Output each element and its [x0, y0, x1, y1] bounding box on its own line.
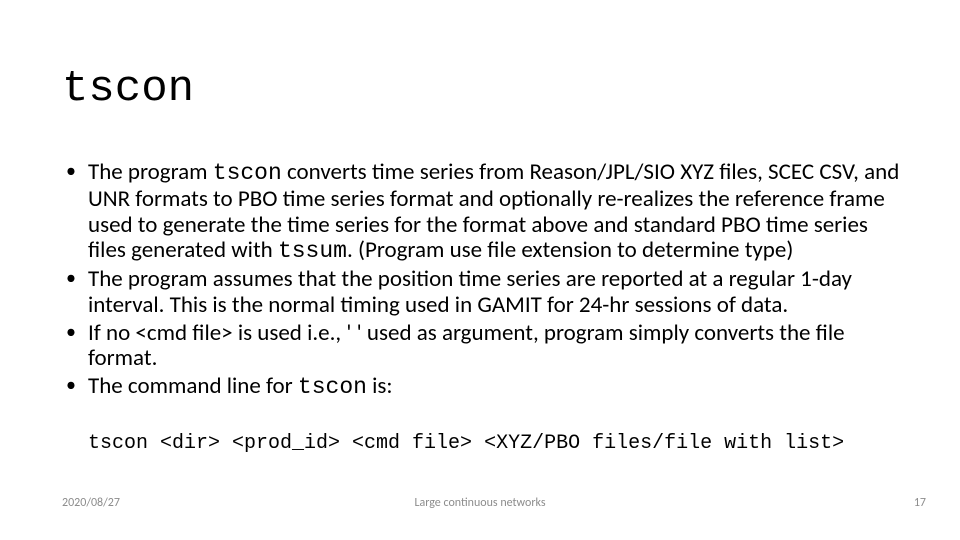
bullet-item: The program tscon converts time series f…: [60, 160, 906, 265]
text-run: The program assumes that the position ti…: [88, 265, 852, 319]
footer-title: Large continuous networks: [0, 496, 960, 510]
bullet-item: The program assumes that the position ti…: [60, 267, 906, 319]
body-text: The program tscon converts time series f…: [60, 160, 906, 403]
bullet-list: The program tscon converts time series f…: [60, 160, 906, 401]
text-run: . (Program use file extension to determi…: [347, 236, 793, 264]
slide-title: tscon: [62, 64, 194, 114]
code-run: tscon: [298, 374, 367, 400]
code-run: tssum: [278, 238, 347, 264]
bullet-item: The command line for tscon is:: [60, 374, 906, 401]
command-line: tscon <dir> <prod_id> <cmd file> <XYZ/PB…: [88, 432, 844, 455]
text-run: is:: [367, 372, 393, 400]
code-run: tscon: [213, 160, 282, 186]
slide: tscon The program tscon converts time se…: [0, 0, 960, 540]
text-run: The program: [88, 158, 213, 186]
text-run: The command line for: [88, 372, 298, 400]
footer-page-number: 17: [914, 496, 926, 510]
text-run: If no <cmd file> is used i.e., ' ' used …: [88, 319, 845, 373]
bullet-item: If no <cmd file> is used i.e., ' ' used …: [60, 321, 906, 373]
